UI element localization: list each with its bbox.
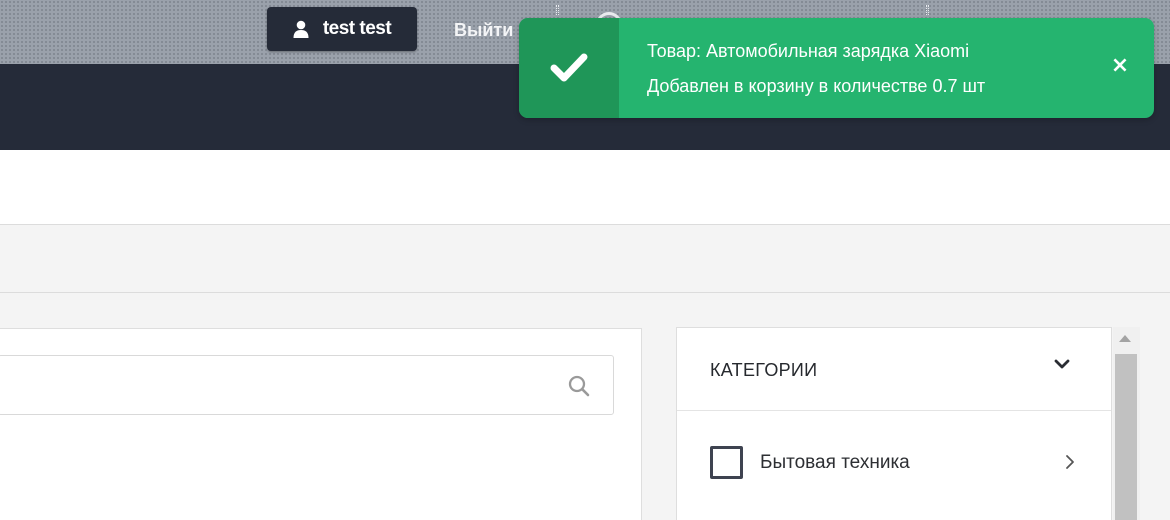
search-input[interactable] [9,364,539,406]
category-label: Бытовая техника [760,452,910,473]
chevron-right-icon[interactable] [1065,454,1075,470]
category-filter-panel: КАТЕГОРИИ Бытовая техника [676,327,1112,520]
search-box [0,355,614,415]
success-toast: Товар: Автомобильная зарядка Xiaomi Доба… [519,18,1154,118]
user-name: test test [322,18,392,39]
divider [926,5,929,15]
toast-icon-area [519,18,619,118]
category-filter-header[interactable]: КАТЕГОРИИ [677,328,1111,411]
search-icon[interactable] [567,374,591,398]
breadcrumb-area [0,226,1170,293]
scroll-thumb[interactable] [1115,354,1137,520]
user-account-button[interactable]: test test [267,7,417,51]
logout-link[interactable]: Выйти [454,20,513,41]
page-header-area [0,150,1170,225]
category-item[interactable]: Бытовая техника [677,412,1111,479]
category-checkbox[interactable] [710,446,743,479]
category-filter-title: КАТЕГОРИИ [710,360,818,380]
close-icon[interactable]: × [1109,55,1131,77]
chevron-down-icon[interactable] [1053,358,1071,372]
user-icon [293,20,309,38]
vertical-scrollbar[interactable] [1113,327,1140,520]
divider [556,5,559,15]
toast-message-text: Добавлен в корзину в количестве 0.7 шт [647,76,986,96]
check-icon [550,53,588,82]
toast-product-text: Товар: Автомобильная зарядка Xiaomi [647,41,970,61]
scroll-up-arrow[interactable] [1119,335,1131,342]
